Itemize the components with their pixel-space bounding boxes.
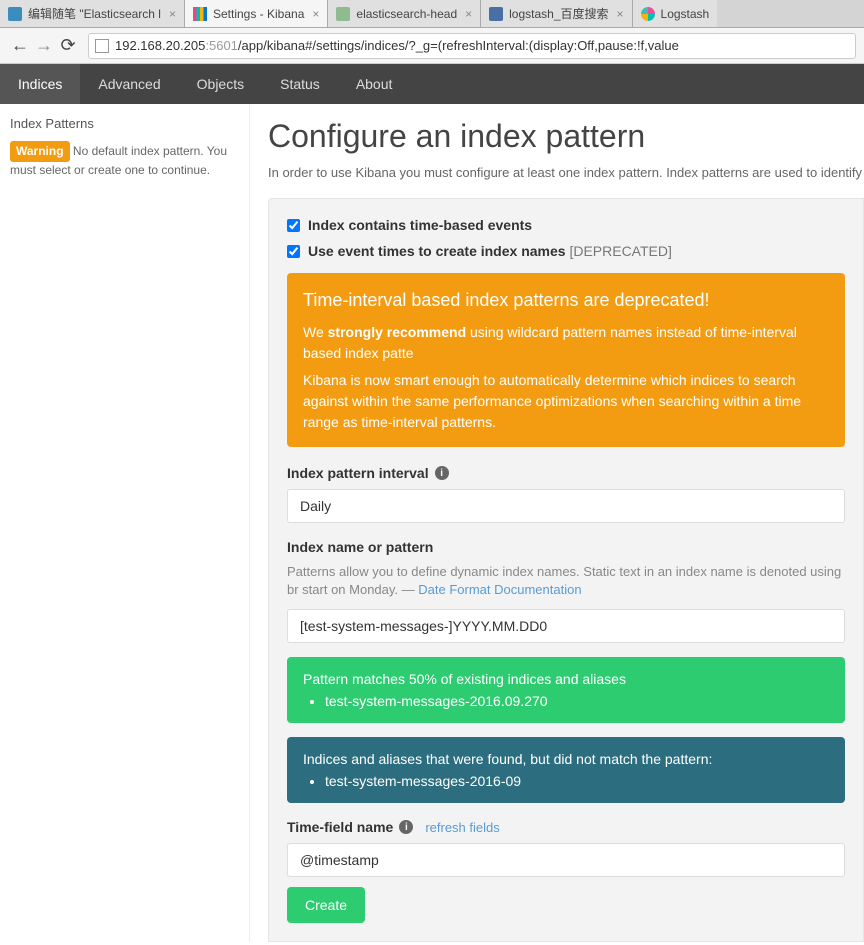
favicon-icon <box>336 7 350 21</box>
deprecated-tag: [DEPRECATED] <box>566 243 672 259</box>
page-icon <box>95 39 109 53</box>
checkbox-label: Use event times to create index names <box>308 243 566 259</box>
name-helper: Patterns allow you to define dynamic ind… <box>287 563 845 599</box>
close-icon[interactable]: × <box>617 7 624 21</box>
warning-badge: Warning <box>10 141 70 162</box>
browser-tab[interactable]: elasticsearch-head × <box>328 0 481 27</box>
app-nav: Indices Advanced Objects Status About <box>0 64 864 104</box>
favicon-icon <box>8 7 22 21</box>
checkbox-time-based-input[interactable] <box>287 219 300 232</box>
index-name-input[interactable] <box>287 609 845 643</box>
deprecated-alert: Time-interval based index patterns are d… <box>287 273 845 447</box>
checkbox-time-based[interactable]: Index contains time-based events <box>287 217 845 233</box>
sidebar: Index Patterns Warning No default index … <box>0 104 250 942</box>
url-host: 192.168.20.205 <box>115 38 205 53</box>
close-icon[interactable]: × <box>312 7 319 21</box>
browser-tab-active[interactable]: Settings - Kibana × <box>185 0 328 27</box>
interval-label: Index pattern interval i <box>287 465 845 481</box>
browser-tab[interactable]: logstash_百度搜索 × <box>481 0 632 27</box>
checkbox-event-times-input[interactable] <box>287 245 300 258</box>
tab-label: logstash_百度搜索 <box>509 5 608 22</box>
nav-status[interactable]: Status <box>262 64 338 104</box>
url-port: :5601 <box>205 38 238 53</box>
browser-tab-strip: 编辑随笔 "Elasticsearch l × Settings - Kiban… <box>0 0 864 28</box>
info-icon[interactable]: i <box>399 820 413 834</box>
match-fail-alert: Indices and aliases that were found, but… <box>287 737 845 803</box>
tab-label: elasticsearch-head <box>356 7 457 21</box>
alert-title: Time-interval based index patterns are d… <box>303 287 829 314</box>
refresh-fields-link[interactable]: refresh fields <box>425 820 499 835</box>
favicon-icon <box>489 7 503 21</box>
match-success-alert: Pattern matches 50% of existing indices … <box>287 657 845 723</box>
close-icon[interactable]: × <box>465 7 472 21</box>
info-icon[interactable]: i <box>435 466 449 480</box>
sidebar-title: Index Patterns <box>10 116 239 131</box>
alert-body-1: We strongly recommend using wildcard pat… <box>303 322 829 364</box>
page-title: Configure an index pattern <box>268 118 864 155</box>
main-content: Configure an index pattern In order to u… <box>250 104 864 942</box>
tab-label: Logstash <box>661 7 710 21</box>
favicon-icon <box>193 7 207 21</box>
checkbox-label: Index contains time-based events <box>308 217 532 233</box>
tab-label: Settings - Kibana <box>213 7 304 21</box>
timefield-label: Time-field name i refresh fields <box>287 819 845 835</box>
interval-select[interactable]: Daily <box>287 489 845 523</box>
back-button[interactable]: ← <box>8 34 32 58</box>
alert-body-2: Kibana is now smart enough to automatica… <box>303 370 829 433</box>
nav-indices[interactable]: Indices <box>0 64 80 104</box>
browser-tab[interactable]: Logstash <box>633 0 718 27</box>
create-button[interactable]: Create <box>287 887 365 923</box>
match-success-title: Pattern matches 50% of existing indices … <box>303 671 829 687</box>
address-bar: ← → ⟳ 192.168.20.205:5601/app/kibana#/se… <box>0 28 864 64</box>
close-icon[interactable]: × <box>169 7 176 21</box>
date-format-doc-link[interactable]: Date Format Documentation <box>418 582 581 597</box>
nav-advanced[interactable]: Advanced <box>80 64 178 104</box>
match-fail-item: test-system-messages-2016-09 <box>325 773 829 789</box>
url-input[interactable]: 192.168.20.205:5601/app/kibana#/settings… <box>88 33 856 59</box>
sidebar-warning: Warning No default index pattern. You mu… <box>10 141 239 179</box>
reload-button[interactable]: ⟳ <box>56 34 80 58</box>
name-label: Index name or pattern <box>287 539 845 555</box>
match-success-item: test-system-messages-2016.09.270 <box>325 693 829 709</box>
config-panel: Index contains time-based events Use eve… <box>268 198 864 942</box>
nav-about[interactable]: About <box>338 64 411 104</box>
page-intro: In order to use Kibana you must configur… <box>268 165 864 180</box>
forward-button[interactable]: → <box>32 34 56 58</box>
tab-label: 编辑随笔 "Elasticsearch l <box>28 5 161 22</box>
favicon-icon <box>641 7 655 21</box>
url-path: /app/kibana#/settings/indices/?_g=(refre… <box>238 38 679 53</box>
timefield-select[interactable]: @timestamp <box>287 843 845 877</box>
checkbox-event-times[interactable]: Use event times to create index names [D… <box>287 243 845 259</box>
match-fail-title: Indices and aliases that were found, but… <box>303 751 829 767</box>
browser-tab[interactable]: 编辑随笔 "Elasticsearch l × <box>0 0 185 27</box>
nav-objects[interactable]: Objects <box>179 64 262 104</box>
